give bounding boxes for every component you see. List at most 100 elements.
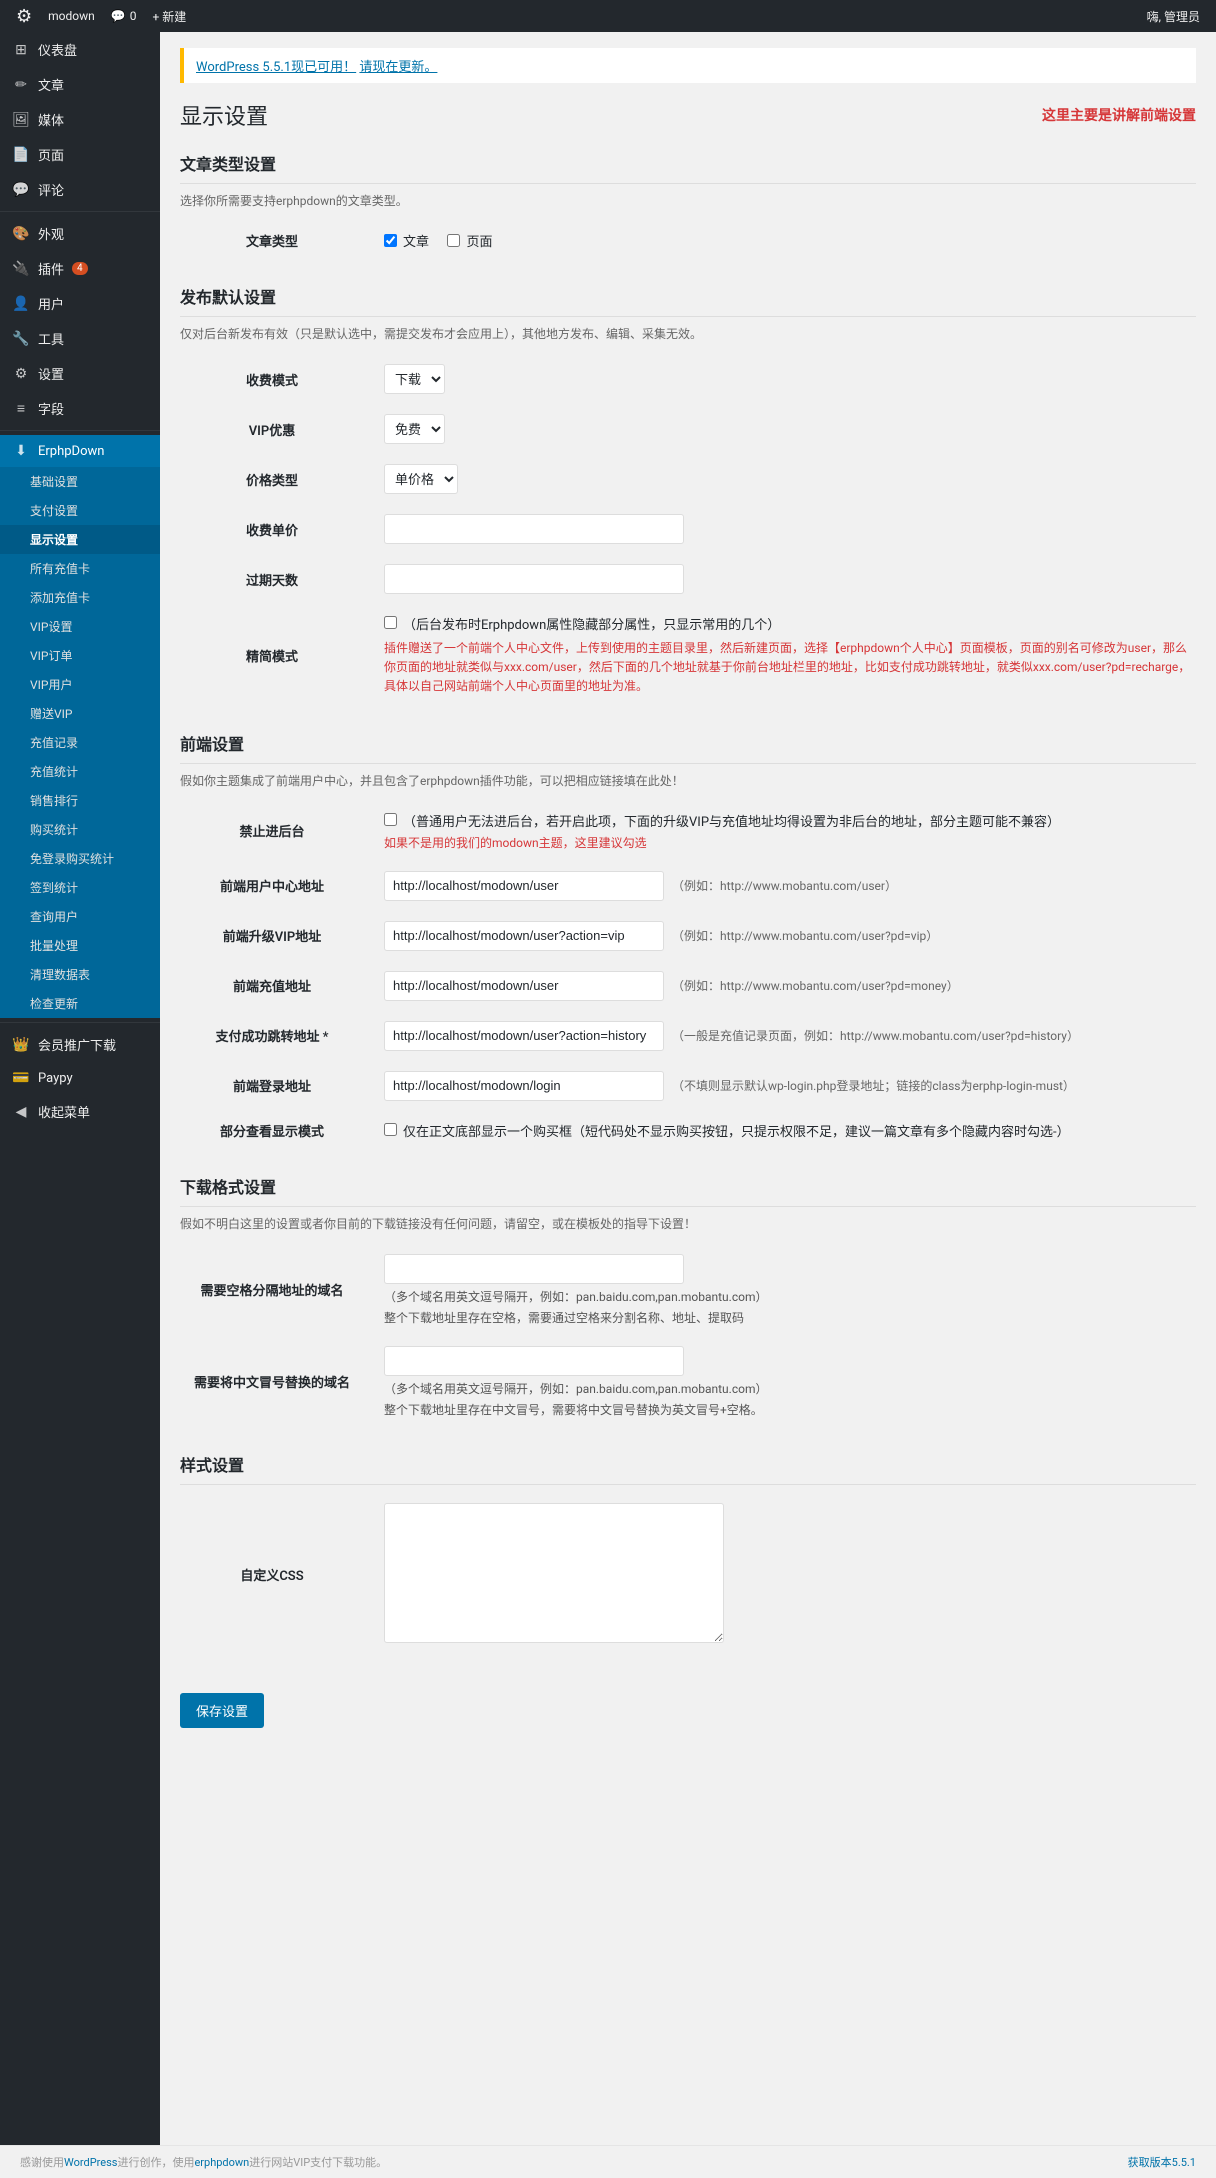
- wp-logo[interactable]: ⚙: [8, 6, 40, 27]
- update-link[interactable]: WordPress 5.5.1现已可用！: [196, 60, 356, 75]
- erphp-sub-free-buy-stats[interactable]: 免登录购买统计: [0, 844, 160, 873]
- recharge-url-input[interactable]: [384, 971, 664, 1001]
- download-format-table: 需要空格分隔地址的域名 （多个域名用英文逗号隔开，例如：pan.baidu.co…: [180, 1244, 1196, 1428]
- pay-success-url-field-row: （一般是充值记录页面，例如：http://www.mobantu.com/use…: [384, 1021, 1192, 1051]
- pay-success-url-input[interactable]: [384, 1021, 664, 1051]
- erphp-sub-buy-stats[interactable]: 购买统计: [0, 815, 160, 844]
- page-title: 显示设置: [180, 99, 268, 131]
- cn-replace-input[interactable]: [384, 1346, 684, 1376]
- sidebar-item-comments[interactable]: 💬 评论: [0, 172, 160, 207]
- erphp-sub-payment[interactable]: 支付设置: [0, 496, 160, 525]
- new-content-button[interactable]: + 新建: [144, 8, 194, 25]
- footer-wp-link[interactable]: WordPress: [64, 2156, 117, 2169]
- section-publish-title: 发布默认设置: [180, 284, 1196, 317]
- erphp-sub-vip-users[interactable]: VIP用户: [0, 670, 160, 699]
- sidebar-item-member-download[interactable]: 👑 会员推广下载: [0, 1027, 160, 1062]
- sidebar-label-collapse: 收起菜单: [38, 1102, 90, 1121]
- erphp-sub-vip-orders[interactable]: VIP订单: [0, 641, 160, 670]
- sidebar-label-media: 媒体: [38, 110, 64, 129]
- admin-user[interactable]: 嗨, 管理员: [1139, 8, 1208, 25]
- erphp-sub-add-card[interactable]: 添加充值卡: [0, 583, 160, 612]
- ban-backend-checkbox[interactable]: [384, 813, 397, 826]
- checkbox-article[interactable]: [384, 234, 397, 247]
- simple-mode-checkbox[interactable]: [384, 616, 397, 629]
- erphp-sub-sales-rank[interactable]: 销售排行: [0, 786, 160, 815]
- erphp-sub-vip-settings[interactable]: VIP设置: [0, 612, 160, 641]
- checkbox-page[interactable]: [447, 234, 460, 247]
- expire-days-row: 过期天数: [180, 554, 1196, 604]
- footer-erphp-link[interactable]: erphpdown: [194, 2156, 249, 2169]
- user-center-url-input[interactable]: [384, 871, 664, 901]
- erphp-sub-give-vip[interactable]: 赠送VIP: [0, 699, 160, 728]
- space-domain-desc: 整个下载地址里存在空格，需要通过空格来分割名称、地址、提取码: [384, 1309, 1192, 1326]
- custom-css-textarea[interactable]: [384, 1503, 724, 1643]
- ban-backend-label: 禁止进后台: [180, 801, 380, 861]
- erphp-sub-all-cards[interactable]: 所有充值卡: [0, 554, 160, 583]
- title-row: 显示设置 这里主要是讲解前端设置: [180, 99, 1196, 131]
- space-domain-input[interactable]: [384, 1254, 684, 1284]
- sidebar-item-posts[interactable]: ✏ 文章: [0, 67, 160, 102]
- menu-sep-2: [0, 430, 160, 431]
- space-domain-label: 需要空格分隔地址的域名: [180, 1244, 380, 1336]
- sidebar-item-dashboard[interactable]: ⊞ 仪表盘: [0, 32, 160, 67]
- erphp-sub-clear-data[interactable]: 清理数据表: [0, 960, 160, 989]
- vip-upgrade-url-input[interactable]: [384, 921, 664, 951]
- erphp-sub-check-update[interactable]: 检查更新: [0, 989, 160, 1018]
- erphp-sub-batch[interactable]: 批量处理: [0, 931, 160, 960]
- custom-css-label: 自定义CSS: [180, 1493, 380, 1657]
- save-settings-button[interactable]: 保存设置: [180, 1693, 264, 1728]
- erphp-sub-recharge-log[interactable]: 充值记录: [0, 728, 160, 757]
- recharge-url-field-row: （例如：http://www.mobantu.com/user?pd=money…: [384, 971, 1192, 1001]
- login-url-input[interactable]: [384, 1071, 664, 1101]
- fields-icon: ≡: [12, 400, 30, 417]
- sidebar-label-tools: 工具: [38, 329, 64, 348]
- erphp-submenu: 基础设置 支付设置 显示设置 所有充值卡 添加充值卡 VIP设置 VIP订单 V…: [0, 467, 160, 1018]
- site-name[interactable]: modown: [40, 9, 103, 23]
- vip-upgrade-url-field-row: （例如：http://www.mobantu.com/user?pd=vip）: [384, 921, 1192, 951]
- sidebar-label-settings: 设置: [38, 364, 64, 383]
- sidebar-item-fields[interactable]: ≡ 字段: [0, 391, 160, 426]
- ban-backend-checkbox-row: （普通用户无法进后台，若开启此项，下面的升级VIP与充值地址均得设置为非后台的地…: [384, 811, 1192, 830]
- erphp-sub-basic[interactable]: 基础设置: [0, 467, 160, 496]
- partial-view-checkbox[interactable]: [384, 1123, 397, 1136]
- sidebar-item-appearance[interactable]: 🎨 外观: [0, 216, 160, 251]
- erphp-sub-recharge-stats[interactable]: 充值统计: [0, 757, 160, 786]
- expire-days-input[interactable]: [384, 564, 684, 594]
- sidebar-item-media[interactable]: 🖼 媒体: [0, 102, 160, 137]
- login-url-hint: （不填则显示默认wp-login.php登录地址；链接的class为erphp-…: [672, 1077, 1075, 1094]
- footer-version-link[interactable]: 获取版本5.5.1: [1128, 2156, 1196, 2169]
- charge-mode-select[interactable]: 下载 付费 免费: [384, 364, 445, 394]
- article-type-label: 文章类型: [180, 221, 380, 260]
- sidebar-item-settings[interactable]: ⚙ 设置: [0, 356, 160, 391]
- update-now-link[interactable]: 请现在更新。: [359, 60, 437, 75]
- unit-price-input[interactable]: [384, 514, 684, 544]
- login-url-row: 前端登录地址 （不填则显示默认wp-login.php登录地址；链接的class…: [180, 1061, 1196, 1111]
- section-download-format-desc: 假如不明白这里的设置或者你目前的下载链接没有任何问题，请留空，或在模板处的指导下…: [180, 1215, 1196, 1232]
- update-notice: WordPress 5.5.1现已可用！ 请现在更新。: [180, 48, 1196, 83]
- simple-mode-label: 精简模式: [180, 604, 380, 707]
- sidebar-label-member-download: 会员推广下载: [38, 1035, 116, 1054]
- erphp-sub-signin-stats[interactable]: 签到统计: [0, 873, 160, 902]
- menu-sep-3: [0, 1022, 160, 1023]
- sidebar-item-users[interactable]: 👤 用户: [0, 286, 160, 321]
- sidebar-item-pages[interactable]: 📄 页面: [0, 137, 160, 172]
- media-icon: 🖼: [12, 112, 30, 128]
- recharge-url-hint: （例如：http://www.mobantu.com/user?pd=money…: [672, 977, 959, 994]
- pay-success-url-row: 支付成功跳转地址 * （一般是充值记录页面，例如：http://www.moba…: [180, 1011, 1196, 1061]
- cn-replace-label: 需要将中文冒号替换的域名: [180, 1336, 380, 1428]
- sidebar-item-collapse[interactable]: ◀ 收起菜单: [0, 1094, 160, 1129]
- partial-view-desc: 仅在正文底部显示一个购买框（短代码处不显示购买按钮，只提示权限不足，建议一篇文章…: [403, 1121, 1070, 1140]
- erphp-sub-display[interactable]: 显示设置: [0, 525, 160, 554]
- simple-mode-row: 精简模式 （后台发布时Erphpdown属性隐藏部分属性，只显示常用的几个） 插…: [180, 604, 1196, 707]
- sidebar-item-tools[interactable]: 🔧 工具: [0, 321, 160, 356]
- erphp-menu-section: ⬇ ErphpDown 基础设置 支付设置 显示设置 所有充值卡 添加充值卡 V…: [0, 435, 160, 1018]
- recharge-url-label: 前端充值地址: [180, 961, 380, 1011]
- erphp-sub-query-user[interactable]: 查询用户: [0, 902, 160, 931]
- ban-backend-row: 禁止进后台 （普通用户无法进后台，若开启此项，下面的升级VIP与充值地址均得设置…: [180, 801, 1196, 861]
- comments-link[interactable]: 💬 0: [103, 9, 145, 23]
- price-type-select[interactable]: 单价格 多价格: [384, 464, 458, 494]
- vip-discount-select[interactable]: 免费 折扣: [384, 414, 445, 444]
- sidebar-item-erphpdown[interactable]: ⬇ ErphpDown: [0, 435, 160, 467]
- sidebar-item-plugins[interactable]: 🔌 插件 4: [0, 251, 160, 286]
- sidebar-item-paypy[interactable]: 💳 Paypy: [0, 1062, 160, 1094]
